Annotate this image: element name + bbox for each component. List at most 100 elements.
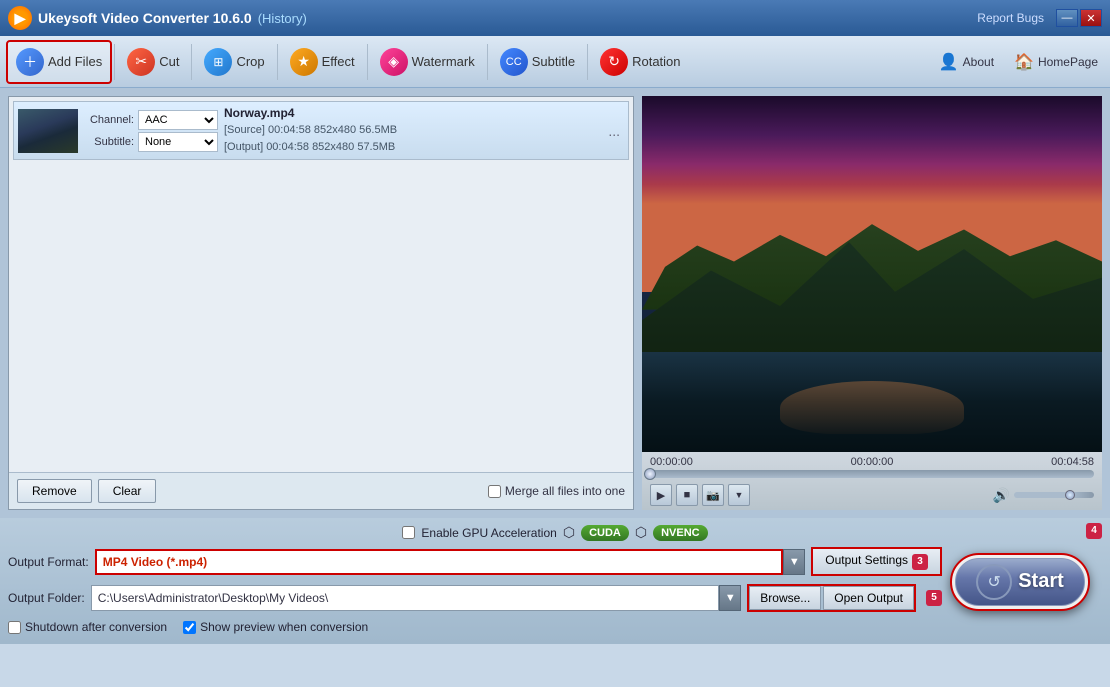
format-arrow[interactable]: ▼ xyxy=(783,549,805,575)
file-item[interactable]: Channel: AAC Subtitle: None Norway.mp4 xyxy=(13,101,629,160)
time-row: 00:00:00 00:00:00 00:04:58 xyxy=(650,456,1094,468)
file-more-button[interactable]: ... xyxy=(604,123,624,139)
toolbar-separator-6 xyxy=(587,44,588,80)
folder-row: Output Folder: ▼ Browse... Open Output 5 xyxy=(8,584,942,612)
add-files-button[interactable]: ＋ Add Files xyxy=(6,40,112,84)
crop-button[interactable]: ⊞ Crop xyxy=(194,40,274,84)
folder-buttons: Browse... Open Output xyxy=(747,584,916,612)
format-input-area: ▼ xyxy=(95,549,806,575)
toolbar-separator-1 xyxy=(114,44,115,80)
watermark-icon: ◈ xyxy=(380,48,408,76)
shutdown-checkbox-item[interactable]: Shutdown after conversion xyxy=(8,620,167,634)
browse-button[interactable]: Browse... xyxy=(749,586,821,610)
home-icon: 🏠 xyxy=(1014,52,1034,72)
file-button-bar: Remove Clear Merge all files into one xyxy=(9,472,633,509)
time-start: 00:00:00 xyxy=(650,456,693,468)
file-thumbnail xyxy=(18,109,78,153)
stop-button[interactable]: ■ xyxy=(676,484,698,506)
shutdown-checkbox[interactable] xyxy=(8,621,21,634)
open-output-button[interactable]: Open Output xyxy=(823,586,914,610)
main-area: Channel: AAC Subtitle: None Norway.mp4 xyxy=(0,88,1110,518)
folder-arrow[interactable]: ▼ xyxy=(719,585,741,611)
app-logo: ▶ xyxy=(8,6,32,30)
effect-icon: ★ xyxy=(290,48,318,76)
file-meta: Norway.mp4 [Source] 00:04:58 852x480 56.… xyxy=(224,106,598,155)
shutdown-label: Shutdown after conversion xyxy=(25,620,167,634)
subtitle-button[interactable]: CC Subtitle xyxy=(490,40,585,84)
merge-checkbox[interactable] xyxy=(488,485,501,498)
minimize-button[interactable]: — xyxy=(1056,9,1078,27)
toolbar-separator-3 xyxy=(277,44,278,80)
folder-label: Output Folder: xyxy=(8,591,85,605)
volume-area: 🔊 xyxy=(993,487,1094,504)
time-end: 00:04:58 xyxy=(1051,456,1094,468)
close-button[interactable]: ✕ xyxy=(1080,9,1102,27)
start-button-inner: ↺ Start xyxy=(955,558,1085,606)
report-bugs-link[interactable]: Report Bugs xyxy=(977,11,1044,25)
snapshot-button[interactable]: 📷 xyxy=(702,484,724,506)
channel-label: Channel: xyxy=(84,114,134,126)
cuda-badge: CUDA xyxy=(581,525,629,541)
file-name: Norway.mp4 xyxy=(224,106,598,120)
preview-panel: 00:00:00 00:00:00 00:04:58 ▶ ■ 📷 ▼ 🔊 xyxy=(642,96,1102,510)
video-preview xyxy=(642,96,1102,452)
checkbox-row: Shutdown after conversion Show preview w… xyxy=(8,616,1102,638)
about-button[interactable]: 👤 About xyxy=(933,48,1000,76)
start-button-wrap: ↺ Start 4 xyxy=(950,547,1102,616)
start-icon: ↺ xyxy=(976,564,1012,600)
snapshot-dropdown[interactable]: ▼ xyxy=(728,484,750,506)
format-label: Output Format: xyxy=(8,555,89,569)
toolbar-separator-2 xyxy=(191,44,192,80)
subtitle-row: Subtitle: None xyxy=(84,132,218,152)
progress-bar[interactable] xyxy=(650,470,1094,478)
output-settings-button[interactable]: Output Settings3 xyxy=(811,547,942,576)
channel-select[interactable]: AAC xyxy=(138,110,218,130)
subtitle-select[interactable]: None xyxy=(138,132,218,152)
app-title: Ukeysoft Video Converter 10.6.0 xyxy=(38,10,252,26)
volume-icon: 🔊 xyxy=(993,487,1010,504)
remove-button[interactable]: Remove xyxy=(17,479,92,503)
play-button[interactable]: ▶ xyxy=(650,484,672,506)
app-history: (History) xyxy=(258,11,307,26)
preview-checkbox[interactable] xyxy=(183,621,196,634)
folder-input-area: ▼ xyxy=(91,585,742,611)
rotation-icon: ↻ xyxy=(600,48,628,76)
watermark-button[interactable]: ◈ Watermark xyxy=(370,40,485,84)
volume-slider[interactable] xyxy=(1014,492,1094,498)
start-button[interactable]: ↺ Start xyxy=(950,553,1090,611)
format-row: Output Format: ▼ Output Settings3 xyxy=(8,547,942,576)
about-icon: 👤 xyxy=(939,52,959,72)
folder-badge: 5 xyxy=(926,590,942,606)
toolbar-separator-5 xyxy=(487,44,488,80)
control-row: ▶ ■ 📷 ▼ 🔊 xyxy=(650,484,1094,506)
folder-input[interactable] xyxy=(91,585,720,611)
preview-checkbox-item[interactable]: Show preview when conversion xyxy=(183,620,368,634)
cut-button[interactable]: ✂ Cut xyxy=(117,40,189,84)
gpu-row: Enable GPU Acceleration ⬡ CUDA ⬡ NVENC xyxy=(8,524,1102,541)
volume-thumb[interactable] xyxy=(1065,490,1075,500)
subtitle-label: Subtitle: xyxy=(84,136,134,148)
gpu-checkbox[interactable] xyxy=(402,526,415,539)
water-reflection xyxy=(780,381,964,434)
merge-checkbox-area: Merge all files into one xyxy=(488,484,625,498)
gpu-icon-2: ⬡ xyxy=(635,524,647,541)
toolbar: ＋ Add Files ✂ Cut ⊞ Crop ★ Effect ◈ Wate… xyxy=(0,36,1110,88)
homepage-button[interactable]: 🏠 HomePage xyxy=(1008,48,1104,76)
gpu-label: Enable GPU Acceleration xyxy=(421,526,556,540)
format-input[interactable] xyxy=(95,549,784,575)
merge-label: Merge all files into one xyxy=(505,484,625,498)
toolbar-separator-4 xyxy=(367,44,368,80)
file-panel: Channel: AAC Subtitle: None Norway.mp4 xyxy=(8,96,634,510)
rotation-button[interactable]: ↻ Rotation xyxy=(590,40,690,84)
start-label: Start xyxy=(1018,570,1064,593)
video-controls: 00:00:00 00:00:00 00:04:58 ▶ ■ 📷 ▼ 🔊 xyxy=(642,452,1102,510)
titlebar: ▶ Ukeysoft Video Converter 10.6.0 (Histo… xyxy=(0,0,1110,36)
channel-row: Channel: AAC xyxy=(84,110,218,130)
start-badge: 4 xyxy=(1086,523,1102,539)
effect-button[interactable]: ★ Effect xyxy=(280,40,365,84)
file-list-area: Channel: AAC Subtitle: None Norway.mp4 xyxy=(9,97,633,472)
source-info: [Source] 00:04:58 852x480 56.5MB xyxy=(224,122,598,139)
progress-thumb[interactable] xyxy=(644,468,656,480)
clear-button[interactable]: Clear xyxy=(98,479,157,503)
file-controls: Channel: AAC Subtitle: None xyxy=(84,110,218,152)
